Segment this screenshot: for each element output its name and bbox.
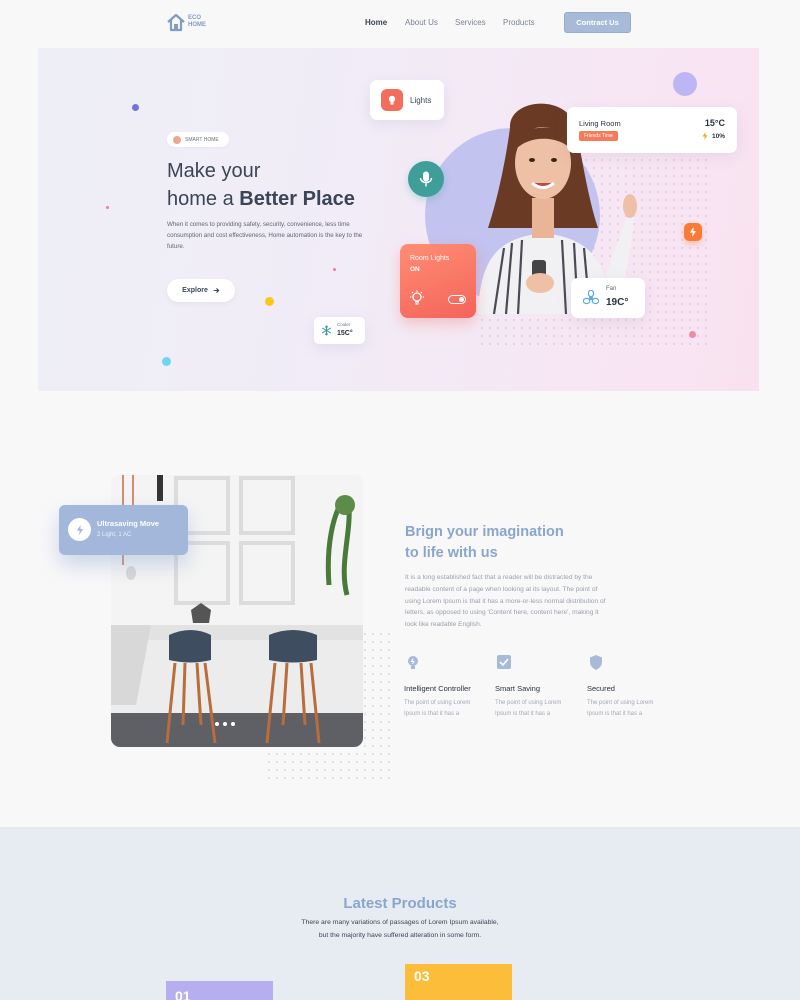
feature-title: Intelligent Controller [404, 684, 471, 693]
decor-dot [689, 331, 696, 338]
decor-dot [162, 357, 171, 366]
living-room-card[interactable]: Living Room Friends Time 15°C 10% [567, 107, 737, 153]
badge-label: SMART HOME [185, 136, 219, 143]
hero-title-bold: Better Place [239, 188, 355, 210]
energy-chip[interactable] [684, 223, 702, 241]
latest-products-title: Latest Products [343, 895, 457, 912]
shield-icon [587, 654, 669, 672]
cooler-card[interactable]: Cooler 15C° [314, 317, 365, 344]
latest-products-description: There are many variations of passages of… [0, 917, 800, 942]
hero-title: Make your home a Better Place [167, 157, 397, 213]
fan-icon [583, 290, 599, 305]
nav-about-us[interactable]: About Us [405, 18, 438, 27]
fan-card[interactable]: Fan 19C° [571, 278, 645, 318]
logo-text-line1: ECO [188, 15, 202, 21]
explore-label: Explore [182, 287, 208, 294]
ultrasaving-title: Ultrasaving Move [97, 519, 160, 528]
product-card-03[interactable]: 03 [405, 964, 512, 1000]
latest-products-line1: There are many variations of passages of… [301, 919, 499, 926]
room-lights-state: ON [410, 266, 420, 273]
lightbulb-icon [381, 89, 403, 111]
hero-section: SMART HOME Make your home a Better Place… [38, 48, 759, 391]
toggle-knob [459, 297, 464, 302]
hero-description: When it comes to providing safety, secur… [167, 221, 363, 250]
feature-title: Secured [587, 684, 615, 693]
decor-dot [673, 72, 697, 96]
decor-dot [333, 268, 336, 271]
living-room-temp: 15°C [704, 118, 725, 128]
contact-us-button[interactable]: Contract Us [564, 12, 631, 33]
top-nav: ECO HOME Home About Us Services Products… [0, 0, 800, 46]
explore-button[interactable]: Explore [167, 279, 235, 302]
feature-title: Smart Saving [495, 684, 541, 693]
nav-products[interactable]: Products [503, 18, 535, 27]
snowflake-icon [321, 325, 332, 336]
lightbulb-icon [410, 290, 424, 305]
microphone-icon [419, 171, 433, 187]
fan-temp: 19C° [606, 297, 629, 308]
section2-title-line1: Brign your imagination [405, 524, 564, 540]
nav-services[interactable]: Services [455, 18, 486, 27]
living-room-percent-value: 10% [711, 132, 725, 140]
hero-title-line2-prefix: home a [167, 188, 240, 210]
logo[interactable]: ECO HOME [166, 12, 206, 32]
smart-home-badge: SMART HOME [167, 132, 229, 147]
product-card-01[interactable]: 01 [166, 981, 273, 1000]
ultrasaving-card[interactable]: Ultrasaving Move 2 Light, 1 AC [59, 505, 188, 555]
hero-title-line1: Make your [167, 160, 261, 182]
nav-home[interactable]: Home [365, 18, 387, 27]
friends-time-tag: Friends Time [579, 131, 618, 141]
cooler-label: Cooler [337, 322, 351, 327]
room-lights-card[interactable]: Room Lights ON [400, 244, 476, 318]
fan-label: Fan [606, 286, 617, 292]
feature-secured: Secured The point of using Lorem Ipsum i… [587, 654, 669, 720]
feature-text: The point of using Lorem Ipsum is that i… [587, 700, 654, 717]
arrow-right-icon [213, 288, 220, 293]
product-number: 01 [175, 988, 191, 1000]
decor-dot [132, 104, 139, 111]
check-icon [495, 654, 577, 672]
living-room-title: Living Room [579, 119, 621, 128]
feature-text: The point of using Lorem Ipsum is that i… [495, 700, 562, 717]
bolt-icon [68, 518, 91, 541]
feature-text: The point of using Lorem Ipsum is that i… [404, 700, 471, 717]
cooler-temp: 15C° [337, 330, 353, 337]
avatar [173, 135, 181, 144]
decor-dot [265, 297, 274, 306]
ultrasaving-subtitle: 2 Light, 1 AC [97, 532, 132, 538]
bulb-icon [404, 654, 486, 672]
room-lights-title: Room Lights [410, 255, 450, 262]
product-number: 03 [414, 968, 430, 984]
feature-smart-saving: Smart Saving The point of using Lorem Ip… [495, 654, 577, 720]
section2-paragraph: It is a long established fact that a rea… [405, 574, 606, 629]
bolt-icon [702, 132, 708, 140]
feature-intelligent-controller: Intelligent Controller The point of usin… [404, 654, 486, 720]
lights-card[interactable]: Lights [370, 80, 444, 120]
bolt-icon [689, 227, 697, 237]
latest-products-section: Latest Products There are many variation… [0, 827, 800, 1000]
logo-text-line2: HOME [188, 22, 206, 28]
latest-products-line2: but the majority have suffered alteratio… [318, 931, 482, 939]
section2-title-line2: to life with us [405, 545, 498, 561]
room-lights-toggle[interactable] [448, 295, 466, 304]
voice-assistant-button[interactable] [408, 161, 444, 197]
house-icon [167, 13, 185, 32]
section2-title: Brign your imagination to life with us [405, 522, 645, 564]
decor-dot [106, 206, 109, 209]
living-room-percent: 10% [702, 132, 725, 140]
lights-label: Lights [410, 95, 432, 105]
